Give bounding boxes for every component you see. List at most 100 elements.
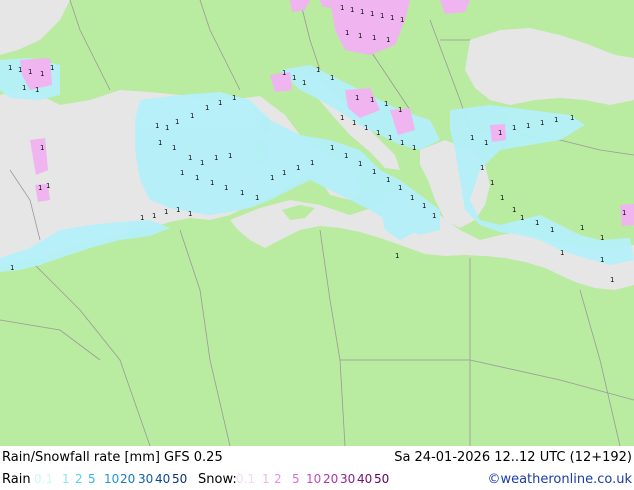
svg-text:1: 1	[340, 114, 344, 122]
svg-text:1: 1	[228, 152, 232, 160]
rain-legend-2: 2	[75, 472, 83, 486]
svg-text:1: 1	[540, 119, 544, 127]
svg-text:1: 1	[200, 159, 204, 167]
svg-text:1: 1	[400, 16, 404, 24]
snow-legend-2: 2	[274, 472, 282, 486]
svg-text:1: 1	[50, 64, 54, 72]
svg-text:1: 1	[500, 194, 504, 202]
svg-text:1: 1	[395, 252, 399, 260]
svg-text:1: 1	[390, 14, 394, 22]
svg-text:1: 1	[292, 74, 296, 82]
svg-text:1: 1	[610, 276, 614, 284]
svg-text:1: 1	[480, 164, 484, 172]
svg-text:1: 1	[22, 84, 26, 92]
svg-text:1: 1	[188, 154, 192, 162]
svg-text:1: 1	[432, 212, 436, 220]
svg-text:1: 1	[512, 206, 516, 214]
svg-text:1: 1	[232, 94, 236, 102]
rain-legend-20: 20	[120, 472, 136, 486]
snow-legend-40: 40	[357, 472, 373, 486]
svg-text:1: 1	[560, 249, 564, 257]
svg-text:1: 1	[210, 179, 214, 187]
svg-text:1: 1	[18, 66, 22, 74]
rain-legend-50: 50	[172, 472, 188, 486]
rain-legend-40: 40	[155, 472, 171, 486]
svg-text:1: 1	[296, 164, 300, 172]
svg-text:1: 1	[600, 234, 604, 242]
svg-text:1: 1	[195, 174, 199, 182]
svg-text:1: 1	[570, 114, 574, 122]
svg-text:1: 1	[158, 139, 162, 147]
svg-text:1: 1	[398, 184, 402, 192]
svg-text:1: 1	[535, 219, 539, 227]
svg-text:1: 1	[580, 224, 584, 232]
footer-top-row: Rain/Snowfall rate [mm] GFS 0.25 Sa 24-0…	[0, 446, 634, 468]
svg-text:1: 1	[526, 122, 530, 130]
svg-text:1: 1	[388, 134, 392, 142]
credit-link[interactable]: ©weatheronline.co.uk	[487, 472, 632, 487]
svg-text:1: 1	[164, 208, 168, 216]
map-title: Rain/Snowfall rate [mm] GFS 0.25	[2, 450, 223, 465]
svg-text:1: 1	[364, 124, 368, 132]
svg-text:1: 1	[358, 32, 362, 40]
svg-text:1: 1	[512, 124, 516, 132]
svg-text:1: 1	[340, 4, 344, 12]
svg-text:1: 1	[282, 169, 286, 177]
svg-text:1: 1	[38, 184, 42, 192]
svg-text:1: 1	[214, 154, 218, 162]
svg-text:1: 1	[302, 79, 306, 87]
snow-legend-30: 30	[340, 472, 356, 486]
svg-text:1: 1	[140, 214, 144, 222]
svg-text:1: 1	[310, 159, 314, 167]
svg-text:1: 1	[352, 119, 356, 127]
svg-text:1: 1	[386, 36, 390, 44]
svg-text:1: 1	[240, 189, 244, 197]
map-datetime: Sa 24-01-2026 12..12 UTC (12+192)	[394, 450, 632, 465]
svg-text:1: 1	[180, 169, 184, 177]
svg-text:1: 1	[205, 104, 209, 112]
legend-row: Rain 0.1 1 2 5 10 20 30 40 50 Snow: 0.1 …	[0, 468, 634, 490]
svg-text:1: 1	[35, 86, 39, 94]
rain-legend-30: 30	[138, 472, 154, 486]
precipitation-map: 1 1 1 11 11 1 11 1 111111 11111 1 111111 11111…	[0, 0, 634, 446]
svg-text:1: 1	[345, 29, 349, 37]
svg-text:1: 1	[554, 116, 558, 124]
svg-text:1: 1	[372, 34, 376, 42]
svg-text:1: 1	[384, 100, 388, 108]
svg-text:1: 1	[40, 70, 44, 78]
svg-text:1: 1	[550, 226, 554, 234]
svg-text:1: 1	[40, 144, 44, 152]
snow-legend-label: Snow:	[198, 472, 237, 487]
svg-text:1: 1	[344, 152, 348, 160]
svg-text:1: 1	[155, 122, 159, 130]
snow-legend-10: 10	[306, 472, 322, 486]
rain-legend-10: 10	[104, 472, 120, 486]
snow-legend-20: 20	[323, 472, 339, 486]
svg-text:1: 1	[412, 144, 416, 152]
svg-text:1: 1	[165, 124, 169, 132]
svg-text:1: 1	[360, 8, 364, 16]
snow-legend-1: 1	[262, 472, 270, 486]
svg-text:1: 1	[622, 209, 626, 217]
svg-text:1: 1	[358, 160, 362, 168]
svg-text:1: 1	[355, 94, 359, 102]
svg-text:1: 1	[316, 66, 320, 74]
svg-text:1: 1	[600, 256, 604, 264]
svg-text:1: 1	[410, 194, 414, 202]
snow-legend-0-1: 0.1	[236, 472, 256, 486]
svg-text:1: 1	[370, 10, 374, 18]
svg-text:1: 1	[8, 64, 12, 72]
svg-text:1: 1	[376, 129, 380, 137]
svg-text:1: 1	[152, 212, 156, 220]
svg-text:1: 1	[386, 176, 390, 184]
svg-text:1: 1	[422, 202, 426, 210]
rain-legend-1: 1	[62, 472, 70, 486]
svg-text:1: 1	[190, 112, 194, 120]
svg-text:1: 1	[218, 99, 222, 107]
snow-legend-5: 5	[292, 472, 300, 486]
svg-text:1: 1	[330, 74, 334, 82]
svg-text:1: 1	[282, 69, 286, 77]
svg-text:1: 1	[490, 179, 494, 187]
svg-text:1: 1	[176, 206, 180, 214]
svg-text:1: 1	[470, 134, 474, 142]
